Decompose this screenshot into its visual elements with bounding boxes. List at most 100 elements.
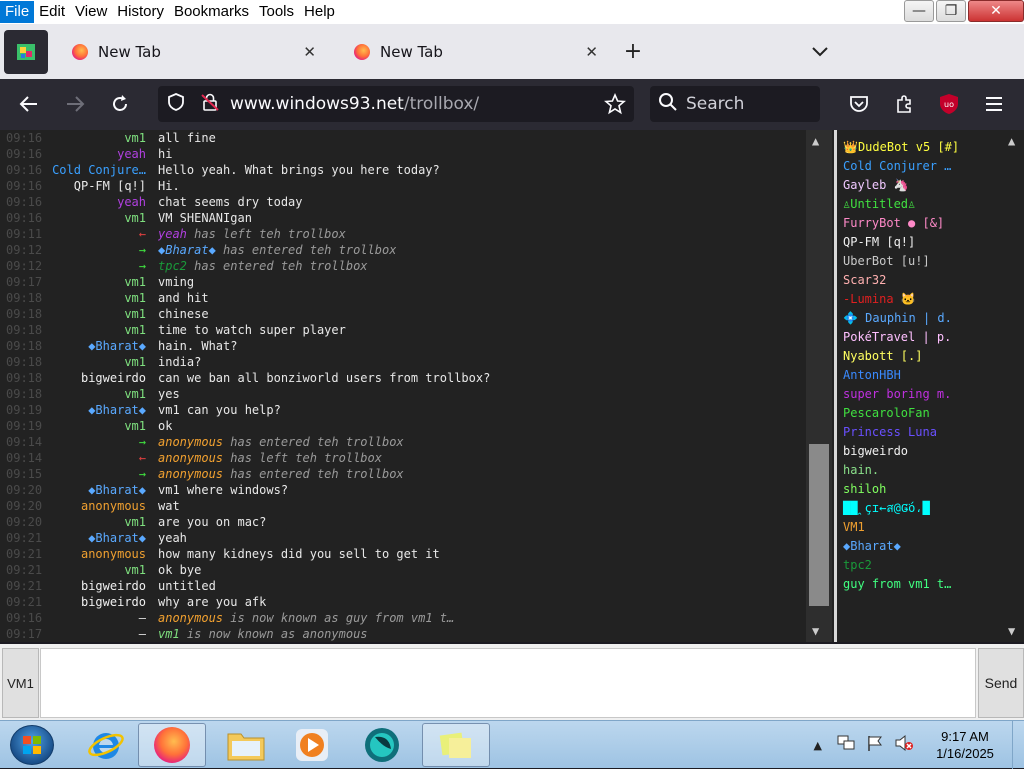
scroll-up-icon[interactable]: ▲ [1008, 134, 1015, 148]
message-nick[interactable]: – [50, 610, 158, 626]
chevron-down-icon[interactable] [812, 42, 828, 61]
chat-scroll-thumb[interactable] [809, 444, 829, 606]
message-nick[interactable]: → [50, 242, 158, 258]
message-nick[interactable]: yeah [50, 194, 158, 210]
user-list[interactable]: 👑DudeBot v5 [#] Cold Conjurer … Gayleb 🦄 ♙U… [834, 130, 1024, 642]
start-orb-icon[interactable] [10, 725, 54, 765]
message-nick[interactable]: bigweirdo [50, 594, 158, 610]
message-nick[interactable]: bigweirdo [50, 578, 158, 594]
nickname-button[interactable]: VM1 [2, 648, 39, 718]
firefox-taskbar-icon[interactable] [138, 723, 206, 767]
user-list-item[interactable]: tpc2 [837, 556, 1002, 575]
message-nick[interactable]: vm1 [50, 290, 158, 306]
menu-view[interactable]: View [70, 1, 112, 23]
message-nick[interactable]: vm1 [50, 562, 158, 578]
minimize-button[interactable]: — [904, 0, 934, 22]
scroll-up-icon[interactable]: ▲ [812, 134, 819, 148]
menu-bookmarks[interactable]: Bookmarks [169, 1, 254, 23]
user-list-item[interactable]: super boring m. [837, 385, 1002, 404]
tab-new-tab-1[interactable]: New Tab ✕ [48, 32, 330, 72]
search-input[interactable]: Search [650, 86, 820, 122]
message-nick[interactable]: ◆Bharat◆ [50, 482, 158, 498]
message-nick[interactable]: vm1 [50, 514, 158, 530]
extensions-icon[interactable] [887, 87, 921, 121]
user-list-item[interactable]: shiloh [837, 480, 1002, 499]
user-list-item[interactable]: hain. [837, 461, 1002, 480]
volume-muted-icon[interactable] [894, 734, 914, 756]
message-actor[interactable]: anonymous [158, 467, 223, 481]
message-nick[interactable]: ← [50, 226, 158, 242]
message-nick[interactable]: – [50, 626, 158, 642]
message-nick[interactable]: vm1 [50, 418, 158, 434]
message-actor[interactable]: anonymous [158, 451, 223, 465]
user-list-item[interactable]: UberBot [u!] [837, 252, 1002, 271]
plus-icon[interactable]: + [618, 39, 648, 64]
message-actor[interactable]: anonymous [158, 435, 223, 449]
user-list-item[interactable]: VM1 [837, 518, 1002, 537]
message-nick[interactable]: yeah [50, 146, 158, 162]
user-list-item[interactable]: AntonHBH [837, 366, 1002, 385]
message-nick[interactable]: vm1 [50, 306, 158, 322]
forward-arrow-icon[interactable] [58, 87, 92, 121]
message-actor[interactable]: tpc2 [158, 259, 187, 273]
user-list-item[interactable]: -Lumina 🐱 [837, 290, 1002, 309]
menu-history[interactable]: History [112, 1, 169, 23]
user-list-item[interactable]: ██ꞈçɪ←ส@Ǥ̈ó،█ [837, 499, 1002, 518]
user-list-item[interactable]: QP-FM [q!] [837, 233, 1002, 252]
message-nick[interactable]: vm1 [50, 274, 158, 290]
hamburger-menu-icon[interactable] [977, 87, 1011, 121]
user-list-item[interactable]: Gayleb 🦄 [837, 176, 1002, 195]
lock-broken-icon[interactable] [200, 92, 220, 117]
user-list-item[interactable]: ◆Bharat◆ [837, 537, 1002, 556]
tab-new-tab-2[interactable]: New Tab ✕ [330, 32, 612, 72]
tray-up-icon[interactable]: ▲ [814, 739, 822, 752]
flag-icon[interactable] [866, 734, 884, 756]
message-actor[interactable]: vm1 [158, 627, 180, 641]
close-icon[interactable]: ✕ [585, 43, 598, 61]
message-nick[interactable]: vm1 [50, 354, 158, 370]
message-nick[interactable]: bigweirdo [50, 370, 158, 386]
reload-icon[interactable] [103, 87, 137, 121]
message-nick[interactable]: ← [50, 450, 158, 466]
network-icon[interactable] [836, 734, 856, 756]
message-nick[interactable]: → [50, 466, 158, 482]
sticky-notes-icon[interactable] [422, 723, 490, 767]
windows93-icon[interactable] [348, 723, 416, 767]
message-nick[interactable]: vm1 [50, 322, 158, 338]
message-nick[interactable]: anonymous [50, 546, 158, 562]
message-nick[interactable]: Cold Conjure… [50, 162, 158, 178]
close-icon[interactable]: ✕ [303, 43, 316, 61]
send-button[interactable]: Send [978, 648, 1024, 718]
app-icon[interactable] [4, 29, 48, 74]
message-nick[interactable]: ◆Bharat◆ [50, 530, 158, 546]
url-bar[interactable]: www.windows93.net/trollbox/ [158, 86, 634, 122]
chat-log[interactable]: 09:16 vm1 all fine 09:16 yeah hi 09:16 Cold Con… [0, 130, 834, 642]
message-input[interactable] [40, 648, 976, 718]
menu-file[interactable]: File [0, 1, 35, 23]
user-list-item[interactable]: Nyabott [.] [837, 347, 1002, 366]
user-list-item[interactable]: PokéTravel | p. [837, 328, 1002, 347]
message-nick[interactable]: vm1 [50, 210, 158, 226]
menu-edit[interactable]: Edit [34, 1, 70, 23]
message-nick[interactable]: vm1 [50, 386, 158, 402]
message-nick[interactable]: vm1 [50, 130, 158, 146]
user-list-item[interactable]: guy from vm1 t… [837, 575, 1002, 594]
scroll-down-icon[interactable]: ▼ [1008, 624, 1015, 638]
media-player-icon[interactable] [278, 723, 346, 767]
explorer-icon[interactable] [212, 723, 280, 767]
message-nick[interactable]: QP-FM [q!] [50, 178, 158, 194]
user-list-item[interactable]: Scar32 [837, 271, 1002, 290]
message-nick[interactable]: ◆Bharat◆ [50, 338, 158, 354]
user-list-item[interactable]: 💠 Dauphin | d. [837, 309, 1002, 328]
user-list-scrollbar[interactable]: ▲ ▼ [1002, 130, 1024, 642]
menu-help[interactable]: Help [299, 1, 340, 23]
message-actor[interactable]: yeah [158, 227, 187, 241]
message-actor[interactable]: ◆Bharat◆ [158, 243, 216, 257]
user-list-item[interactable]: FurryBot ● [&] [837, 214, 1002, 233]
message-nick[interactable]: ◆Bharat◆ [50, 402, 158, 418]
user-list-item[interactable]: ♙Untitled♙ [837, 195, 1002, 214]
star-icon[interactable] [604, 92, 626, 120]
message-nick[interactable]: → [50, 434, 158, 450]
back-arrow-icon[interactable] [12, 87, 46, 121]
pocket-icon[interactable] [842, 87, 876, 121]
